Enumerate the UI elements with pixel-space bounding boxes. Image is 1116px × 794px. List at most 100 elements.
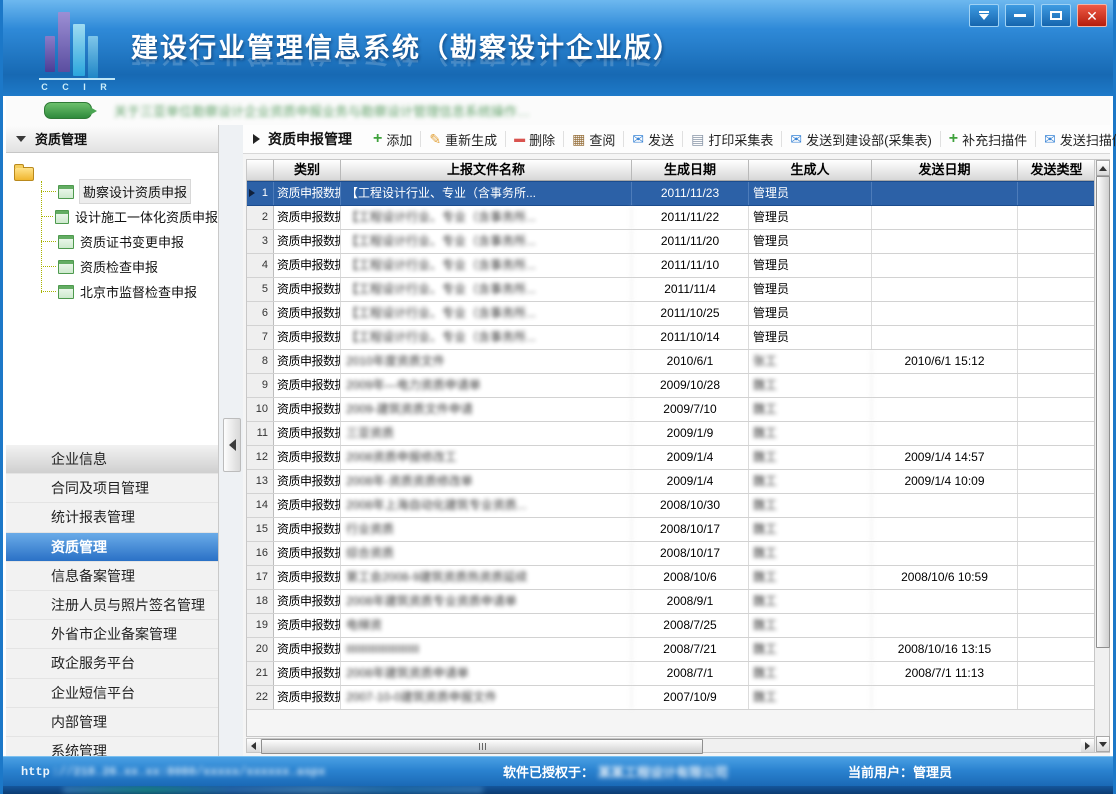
- table-row[interactable]: 20资质申报数据IIIIIIIIIIIIIIIIIIIIII2008/7/21魏…: [247, 638, 1096, 662]
- minimize-button[interactable]: [1005, 4, 1035, 27]
- vertical-scroll-thumb[interactable]: [1096, 176, 1110, 648]
- toolbar-button-label: 补充扫描件: [962, 130, 1027, 149]
- table-row[interactable]: 3资质申报数据【工程设计行业、专业（含事务所...2011/11/20管理员: [247, 230, 1096, 254]
- table-row[interactable]: 8资质申报数据2010年度资质文件2010/6/1张工2010/6/1 15:1…: [247, 350, 1096, 374]
- table-row[interactable]: 19资质申报数据电梯资2008/7/25魏工: [247, 614, 1096, 638]
- view-button[interactable]: ▦查阅: [567, 130, 620, 149]
- nav-item-external-enterprise[interactable]: 外省市企业备案管理: [6, 620, 218, 649]
- print-collection-form-button[interactable]: ▤打印采集表: [686, 130, 778, 149]
- scroll-left-button[interactable]: [247, 739, 260, 752]
- cell-send-date: [872, 398, 1018, 421]
- column-header-gen-date[interactable]: 生成日期: [632, 160, 749, 180]
- rollup-button[interactable]: [969, 4, 999, 27]
- horizontal-scrollbar[interactable]: [246, 738, 1095, 753]
- table-row[interactable]: 13资质申报数据2008年-资质资质修改单2009/1/4魏工2009/1/4 …: [247, 470, 1096, 494]
- add-scan-button[interactable]: +补充扫描件: [944, 130, 1032, 149]
- table-row[interactable]: 18资质申报数据2008年建筑资质专业资质申请单2008/9/1魏工: [247, 590, 1096, 614]
- cell-category: 资质申报数据: [274, 518, 341, 541]
- cell-gen-date: 2007/10/9: [632, 686, 749, 709]
- table-row[interactable]: 14资质申报数据2008年上海自动化建筑专业资质...2008/10/30魏工: [247, 494, 1096, 518]
- nav-item-statistics-report[interactable]: 统计报表管理: [6, 503, 218, 532]
- cell-send-date: 2010/6/1 15:12: [872, 350, 1018, 373]
- grid-icon: ▦: [572, 132, 585, 146]
- module-nav-menu: 企业信息合同及项目管理统计报表管理资质管理信息备案管理注册人员与照片签名管理外省…: [6, 445, 218, 757]
- table-row[interactable]: 11资质申报数据三亚资质2009/1/9魏工: [247, 422, 1096, 446]
- minimize-icon: [1014, 14, 1026, 17]
- cell-file-name: 行业资质: [341, 518, 632, 541]
- column-header-send-type[interactable]: 发送类型: [1018, 160, 1096, 180]
- sidebar-collapse-handle[interactable]: [223, 418, 241, 472]
- table-row[interactable]: 16资质申报数据综合资质2008/10/17魏工: [247, 542, 1096, 566]
- send-scan-button[interactable]: ✉发送扫描件: [1039, 130, 1116, 149]
- nav-item-info-filing[interactable]: 信息备案管理: [6, 562, 218, 591]
- delete-button[interactable]: ▬删除: [509, 130, 560, 149]
- table-row[interactable]: 21资质申报数据2008年建筑资质申请单2008/7/1魏工2008/7/1 1…: [247, 662, 1096, 686]
- table-row[interactable]: 12资质申报数据2008资质申报修改工2009/1/4魏工2009/1/4 14…: [247, 446, 1096, 470]
- cell-gen-person: 魏工: [749, 398, 872, 421]
- cell-row-number: 6: [247, 302, 274, 325]
- regenerate-button[interactable]: ✎重新生成: [424, 130, 502, 149]
- maximize-button[interactable]: [1041, 4, 1071, 27]
- table-row[interactable]: 15资质申报数据行业资质2008/10/17魏工: [247, 518, 1096, 542]
- cell-category: 资质申报数据: [274, 326, 341, 349]
- cell-gen-person: 魏工: [749, 470, 872, 493]
- table-row[interactable]: 6资质申报数据【工程设计行业、专业（含事务所...2011/10/25管理员: [247, 302, 1096, 326]
- vertical-scrollbar[interactable]: [1094, 159, 1110, 753]
- collapse-triangle-icon: [16, 136, 26, 142]
- send-to-ministry-button[interactable]: ✉发送到建设部(采集表): [785, 130, 936, 149]
- column-header-gen-person[interactable]: 生成人: [749, 160, 872, 180]
- nav-item-qualification[interactable]: 资质管理: [6, 533, 218, 562]
- tree-item-1[interactable]: 设计施工一体化资质申报: [6, 204, 218, 229]
- scroll-down-button[interactable]: [1096, 736, 1110, 752]
- scroll-up-button[interactable]: [1096, 160, 1110, 176]
- tree-item-0[interactable]: 勘察设计资质申报: [6, 179, 218, 204]
- cell-file-name: 2008年建筑资质申请单: [341, 662, 632, 685]
- nav-item-enterprise-info[interactable]: 企业信息: [6, 445, 218, 474]
- table-row[interactable]: 4资质申报数据【工程设计行业、专业（含事务所...2011/11/10管理员: [247, 254, 1096, 278]
- table-row[interactable]: 2资质申报数据【工程设计行业、专业（含事务所...2011/11/22管理员: [247, 206, 1096, 230]
- nav-item-registered-personnel[interactable]: 注册人员与照片签名管理: [6, 591, 218, 620]
- scroll-right-button[interactable]: [1081, 739, 1094, 752]
- table-row[interactable]: 9资质申报数据2009年—电力资质申请单2009/10/28魏工: [247, 374, 1096, 398]
- nav-item-sms-platform[interactable]: 企业短信平台: [6, 679, 218, 708]
- toolbar-button-label: 打印采集表: [708, 130, 773, 149]
- cell-file-name: 2008年上海自动化建筑专业资质...: [341, 494, 632, 517]
- notification-text[interactable]: 关于三亚单位勘察设计企业资质申报业务与勘察设计管理信息系统操作…: [114, 101, 530, 120]
- table-row[interactable]: 1资质申报数据【工程设计行业、专业（含事务所...2011/11/23管理员: [247, 181, 1096, 206]
- cell-send-date: [872, 206, 1018, 229]
- cell-category: 资质申报数据: [274, 638, 341, 661]
- table-row[interactable]: 5资质申报数据【工程设计行业、专业（含事务所...2011/11/4管理员: [247, 278, 1096, 302]
- tree-item-3[interactable]: 资质检查申报: [6, 254, 218, 279]
- cell-send-date: [872, 422, 1018, 445]
- table-row[interactable]: 7资质申报数据【工程设计行业、专业（含事务所...2011/10/14管理员: [247, 326, 1096, 350]
- chevron-left-icon: [229, 439, 236, 451]
- table-row[interactable]: 17资质申报数据第工会2008-9建筑资质热资质延续2008/10/6魏工200…: [247, 566, 1096, 590]
- cell-gen-person: 魏工: [749, 638, 872, 661]
- column-header-row-number[interactable]: [247, 160, 274, 180]
- toolbar-button-label: 添加: [386, 130, 412, 149]
- toolbar-separator: [420, 131, 421, 147]
- tree-item-4[interactable]: 北京市监督检查申报: [6, 279, 218, 304]
- table-row[interactable]: 22资质申报数据2007-10-0建筑资质申报文件2007/10/9魏工: [247, 686, 1096, 710]
- column-header-file-name[interactable]: 上报文件名称: [341, 160, 632, 180]
- add-button[interactable]: +添加: [368, 130, 417, 149]
- cell-send-date: [872, 542, 1018, 565]
- nav-item-gov-service[interactable]: 政企服务平台: [6, 649, 218, 678]
- table-row[interactable]: 10资质申报数据2009-建筑资质文件申请2009/7/10魏工: [247, 398, 1096, 422]
- nav-item-label: 信息备案管理: [51, 566, 135, 586]
- cell-file-name: 第工会2008-9建筑资质热资质延续: [341, 566, 632, 589]
- nav-item-internal-mgmt[interactable]: 内部管理: [6, 708, 218, 737]
- send-button[interactable]: ✉发送: [627, 130, 679, 149]
- column-header-category[interactable]: 类别: [274, 160, 341, 180]
- cell-send-type: [1018, 542, 1096, 565]
- horizontal-scroll-thumb[interactable]: [261, 739, 703, 754]
- close-button[interactable]: ✕: [1077, 4, 1107, 27]
- nav-item-contract-project[interactable]: 合同及项目管理: [6, 474, 218, 503]
- tree-item-2[interactable]: 资质证书变更申报: [6, 229, 218, 254]
- column-header-send-date[interactable]: 发送日期: [872, 160, 1018, 180]
- sidebar-panel-header[interactable]: 资质管理: [6, 125, 218, 153]
- toolbar-buttons: +添加 ✎重新生成 ▬删除 ▦查阅 ✉发送 ▤打印采集表 ✉发送到建设部(采集表) +补充扫描…: [368, 130, 1116, 149]
- blurred-taskbar-artifact: [63, 787, 483, 793]
- cell-row-number: 18: [247, 590, 274, 613]
- notification-bar: 关于三亚单位勘察设计企业资质申报业务与勘察设计管理信息系统操作…: [6, 96, 1110, 126]
